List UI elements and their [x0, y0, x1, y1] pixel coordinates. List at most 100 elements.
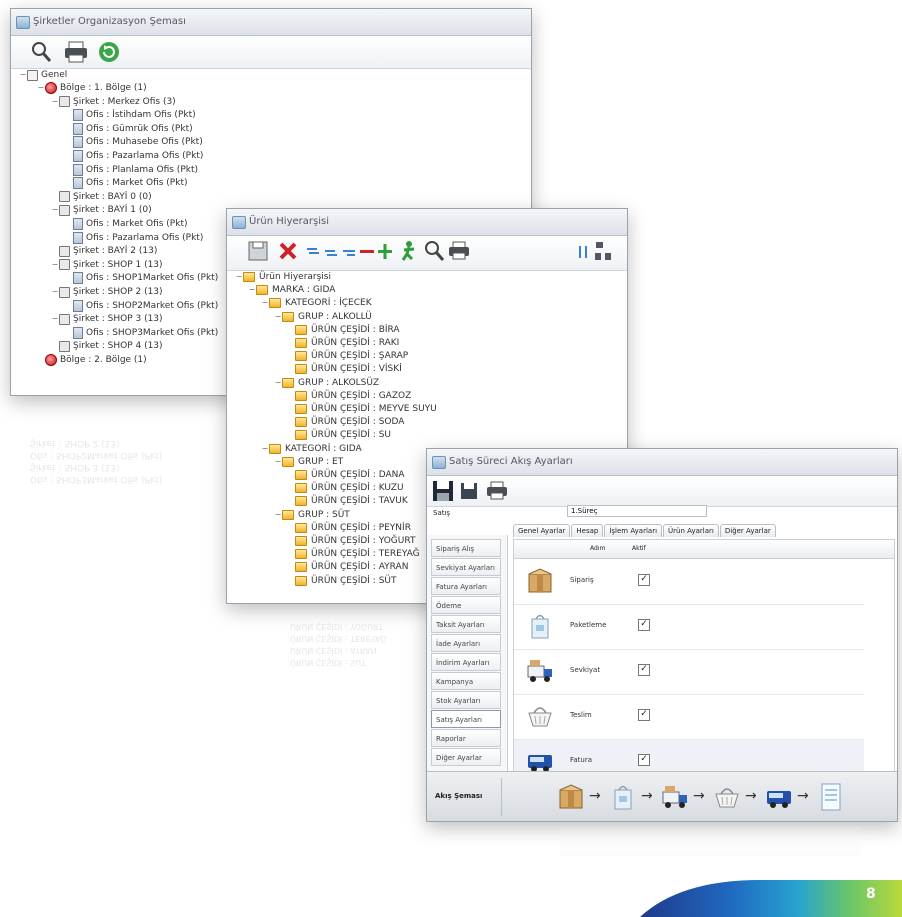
run-icon[interactable]: [399, 240, 419, 262]
tree-node[interactable]: ÜRÜN ÇEŞİDİ : MEYVE SUYU: [287, 403, 437, 415]
expand-toggle[interactable]: −: [19, 69, 27, 81]
tab-product[interactable]: Ürün Ayarları: [663, 524, 719, 537]
nav-item[interactable]: Taksit Ayarları: [431, 615, 501, 633]
nav-item[interactable]: Diğer Ayarlar: [431, 748, 501, 766]
tree-node[interactable]: Ofis : Market Ofis (Pkt): [65, 177, 188, 190]
tree-node[interactable]: ÜRÜN ÇEŞİDİ : VİSKİ: [287, 363, 402, 375]
active-checkbox[interactable]: ✓: [638, 664, 650, 676]
tree-node[interactable]: − GRUP : ALKOLSÜZ: [274, 377, 379, 389]
table-row[interactable]: Sipariş ✓: [514, 560, 864, 605]
nav-item[interactable]: İndirim Ayarları: [431, 653, 501, 671]
print-icon[interactable]: [63, 40, 89, 64]
tree-node[interactable]: ÜRÜN ÇEŞİDİ : SU: [287, 429, 391, 441]
nav-item[interactable]: Satış Ayarları: [431, 710, 501, 728]
active-checkbox[interactable]: ✓: [638, 709, 650, 721]
tree-node[interactable]: Ofis : Planlama Ofis (Pkt): [65, 163, 198, 176]
tree-node[interactable]: Ofis : Market Ofis (Pkt): [65, 218, 188, 230]
nav-item[interactable]: Sevkiyat Ayarları: [431, 558, 501, 576]
table-row[interactable]: Sevkiyat ✓: [514, 650, 864, 695]
expand-toggle[interactable]: −: [274, 509, 282, 521]
expand-toggle[interactable]: −: [274, 377, 282, 389]
tab-operation[interactable]: İşlem Ayarları: [604, 524, 663, 537]
table-row[interactable]: Fatura ✓: [514, 740, 864, 772]
tree-node[interactable]: ÜRÜN ÇEŞİDİ : RAKI: [287, 337, 399, 349]
expand-toggle[interactable]: −: [274, 456, 282, 468]
tab-other[interactable]: Diğer Ayarlar: [719, 524, 776, 537]
expand-toggle[interactable]: −: [51, 96, 59, 108]
tree-node[interactable]: Ofis : SHOP1Market Ofis (Pkt): [65, 272, 218, 285]
tree-node[interactable]: − Şirket : SHOP 1 (13): [51, 259, 163, 271]
delete-icon[interactable]: [277, 240, 299, 262]
tree-node[interactable]: ÜRÜN ÇEŞİDİ : PEYNİR: [287, 522, 411, 534]
tree-node[interactable]: Bölge : 2. Bölge (1): [37, 354, 147, 366]
process-select[interactable]: [567, 505, 707, 517]
nav-item[interactable]: Ödeme: [431, 596, 501, 614]
active-checkbox[interactable]: ✓: [638, 754, 650, 766]
active-checkbox[interactable]: ✓: [638, 619, 650, 631]
tree-node[interactable]: − Şirket : SHOP 3 (13): [51, 313, 163, 325]
sales-window-titlebar[interactable]: Satış Süreci Akış Ayarları: [427, 449, 897, 476]
tree-node[interactable]: Ofis : Pazarlama Ofis (Pkt): [65, 150, 203, 162]
search-icon[interactable]: [423, 240, 445, 262]
tree-node[interactable]: − Ürün Hiyerarşisi: [235, 271, 331, 283]
active-checkbox[interactable]: ✓: [638, 574, 650, 586]
tree-node[interactable]: Ofis : Gümrük Ofis (Pkt): [65, 122, 193, 135]
tree-node[interactable]: ÜRÜN ÇEŞİDİ : KUZU: [287, 482, 404, 494]
save-as-icon[interactable]: [459, 481, 479, 501]
expand-toggle[interactable]: −: [274, 311, 282, 323]
tab-general[interactable]: Genel Ayarlar: [513, 524, 571, 537]
tree-node[interactable]: − GRUP : SÜT: [274, 509, 350, 521]
tree-node[interactable]: Ofis : Muhasebe Ofis (Pkt): [65, 136, 203, 149]
remove-icon[interactable]: [359, 240, 375, 262]
tree-node[interactable]: Şirket : BAYİ 2 (13): [51, 245, 157, 257]
save-icon[interactable]: [247, 240, 269, 262]
tree-node[interactable]: − KATEGORİ : İÇECEK: [261, 297, 372, 309]
table-row[interactable]: Paketleme ✓: [514, 605, 864, 650]
tree-root[interactable]: − Genel: [19, 69, 67, 81]
nav-item[interactable]: Kampanya: [431, 672, 501, 690]
org-window-titlebar[interactable]: Şirketler Organizasyon Şeması: [11, 9, 531, 36]
tree-node[interactable]: Ofis : SHOP3Market Ofis (Pkt): [65, 326, 218, 339]
tree-node[interactable]: ÜRÜN ÇEŞİDİ : SODA: [287, 416, 404, 428]
save-icon[interactable]: [431, 479, 455, 503]
expand-toggle[interactable]: −: [248, 284, 256, 296]
sort-icon[interactable]: [577, 240, 591, 262]
tree-node[interactable]: ÜRÜN ÇEŞİDİ : DANA: [287, 469, 405, 481]
expand-toggle[interactable]: −: [235, 271, 243, 283]
nav-item[interactable]: Sipariş Alış: [431, 539, 501, 557]
tree-node[interactable]: ÜRÜN ÇEŞİDİ : TAVUK: [287, 495, 408, 507]
nav-item[interactable]: Raporlar: [431, 729, 501, 747]
refresh-icon[interactable]: [97, 40, 121, 64]
tree-node[interactable]: − MARKA : GIDA: [248, 284, 335, 296]
tree-node[interactable]: ÜRÜN ÇEŞİDİ : SÜT: [287, 575, 397, 587]
print-icon[interactable]: [485, 480, 509, 502]
tree-node[interactable]: − Şirket : BAYİ 1 (0): [51, 204, 152, 216]
tree-node[interactable]: Şirket : BAYİ 0 (0): [51, 191, 152, 203]
nav-item[interactable]: Stok Ayarları: [431, 691, 501, 709]
move-down-icon[interactable]: [323, 240, 339, 262]
expand-toggle[interactable]: −: [37, 82, 45, 94]
expand-toggle[interactable]: −: [261, 297, 269, 309]
tree-node[interactable]: ÜRÜN ÇEŞİDİ : AYRAN: [287, 561, 408, 573]
tree-node[interactable]: Ofis : SHOP2Market Ofis (Pkt): [65, 299, 218, 312]
tab-account[interactable]: Hesap: [571, 524, 604, 537]
tree-node[interactable]: − Şirket : Merkez Ofis (3): [51, 96, 176, 108]
expand-toggle[interactable]: −: [51, 286, 59, 298]
hierarchy-icon[interactable]: [593, 240, 615, 262]
tree-node[interactable]: ÜRÜN ÇEŞİDİ : GAZOZ: [287, 390, 411, 402]
tree-node[interactable]: ÜRÜN ÇEŞİDİ : YOĞURT: [287, 535, 415, 547]
add-icon[interactable]: [377, 240, 393, 262]
tree-node[interactable]: − GRUP : ALKOLLÜ: [274, 311, 372, 323]
tree-node[interactable]: ÜRÜN ÇEŞİDİ : ŞARAP: [287, 350, 408, 362]
expand-toggle[interactable]: −: [51, 313, 59, 325]
indent-icon[interactable]: [341, 240, 357, 262]
expand-toggle[interactable]: −: [51, 204, 59, 216]
nav-item[interactable]: İade Ayarları: [431, 634, 501, 652]
nav-item[interactable]: Fatura Ayarları: [431, 577, 501, 595]
tree-node[interactable]: Ofis : İstihdam Ofis (Pkt): [65, 109, 196, 122]
move-up-icon[interactable]: [305, 240, 321, 262]
tree-node[interactable]: − Şirket : SHOP 2 (13): [51, 286, 163, 298]
tree-node[interactable]: − Bölge : 1. Bölge (1): [37, 82, 147, 94]
tree-node[interactable]: Şirket : SHOP 4 (13): [51, 340, 163, 352]
product-window-titlebar[interactable]: Ürün Hiyerarşisi: [227, 209, 627, 236]
